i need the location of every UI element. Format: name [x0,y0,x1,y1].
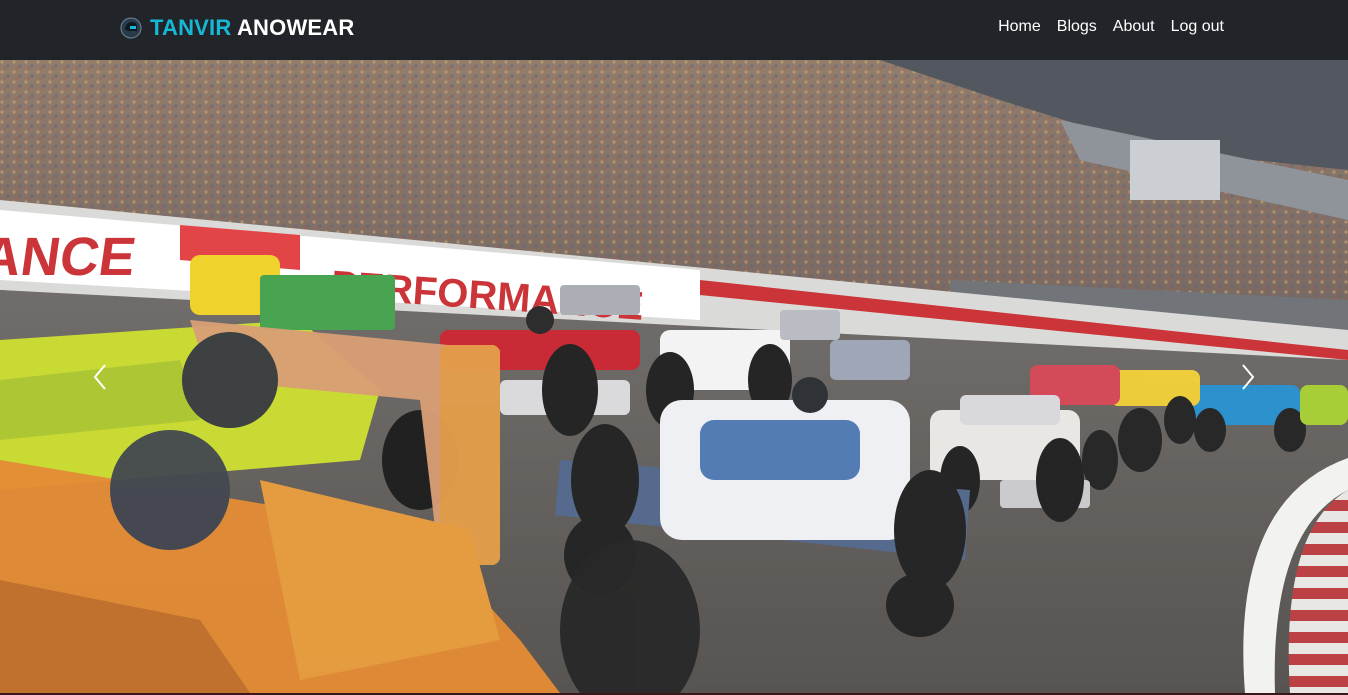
nav-links: Home Blogs About Log out [998,18,1224,36]
nav-link-home[interactable]: Home [998,18,1041,36]
chevron-right-icon [1242,363,1255,390]
nav-link-blogs[interactable]: Blogs [1057,18,1097,36]
carousel-prev-button[interactable] [0,60,200,693]
brand-name: TANVIR ANOWEAR [150,15,354,41]
nav-link-about[interactable]: About [1113,18,1155,36]
hero-carousel: ANCE PERFORMANCE [0,60,1348,693]
racing-cars-slide-image: ANCE PERFORMANCE [0,60,1348,693]
carousel-next-button[interactable] [1148,60,1348,693]
nav-link-logout[interactable]: Log out [1171,18,1224,36]
chevron-left-icon [93,363,106,390]
racing-helmet-icon [120,17,142,39]
brand-link[interactable]: TANVIR ANOWEAR [120,13,354,43]
brand-accent-text: TANVIR [150,15,232,40]
brand-main-text: ANOWEAR [236,15,355,40]
top-navbar: TANVIR ANOWEAR Home Blogs About Log out [0,0,1348,60]
